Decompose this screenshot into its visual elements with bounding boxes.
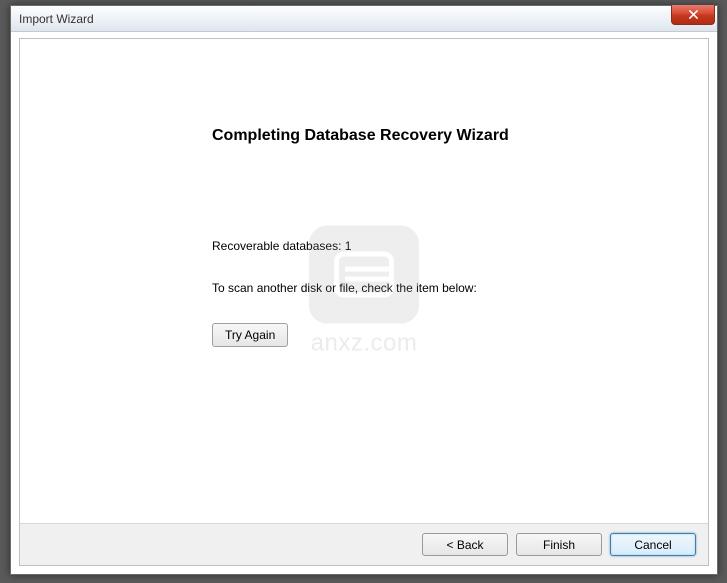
rescan-instruction-text: To scan another disk or file, check the … (212, 281, 708, 295)
recoverable-count-text: Recoverable databases: 1 (212, 239, 708, 253)
watermark-text: anxz.com (311, 330, 418, 358)
back-button[interactable]: < Back (422, 533, 508, 556)
cancel-button[interactable]: Cancel (610, 533, 696, 556)
close-icon (688, 6, 699, 24)
dialog-window: Import Wizard anxz.com Completing Databa… (10, 5, 718, 575)
wizard-footer: < Back Finish Cancel (20, 523, 708, 565)
titlebar[interactable]: Import Wizard (11, 6, 717, 32)
wizard-content: anxz.com Completing Database Recovery Wi… (20, 39, 708, 523)
try-again-button[interactable]: Try Again (212, 323, 288, 347)
client-area: anxz.com Completing Database Recovery Wi… (19, 38, 709, 566)
page-title: Completing Database Recovery Wizard (212, 127, 708, 145)
window-title: Import Wizard (19, 12, 94, 26)
finish-button[interactable]: Finish (516, 533, 602, 556)
close-button[interactable] (671, 5, 715, 25)
